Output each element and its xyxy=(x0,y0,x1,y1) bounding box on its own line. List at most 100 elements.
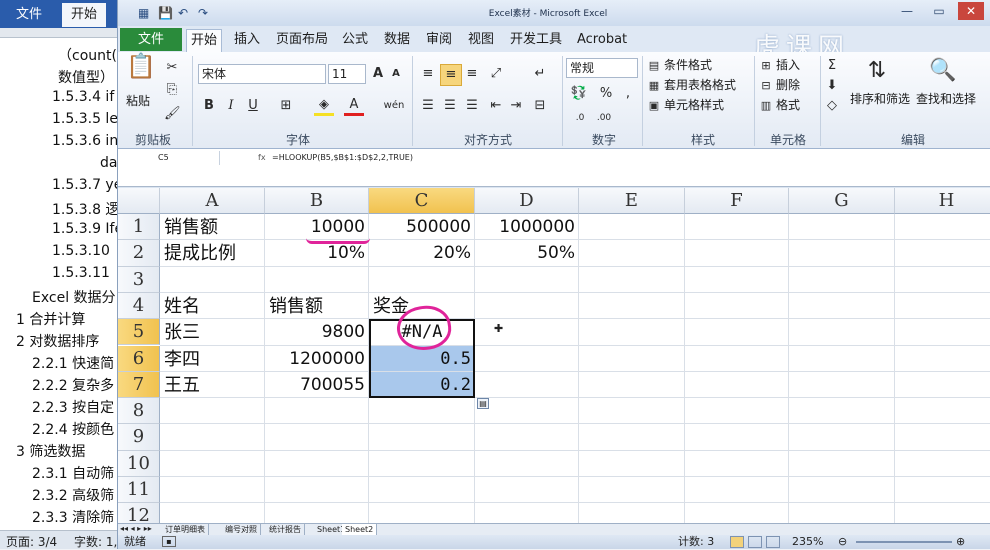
table-format-icon[interactable]: ▦ xyxy=(646,76,662,96)
cell-a6[interactable]: 李四 xyxy=(160,346,265,372)
phonetic-icon[interactable]: wén xyxy=(382,96,406,116)
toc-entry[interactable]: 2.3.3 清除筛 xyxy=(32,507,114,527)
toc-entry[interactable]: 1.5.3.9 Ife xyxy=(52,221,117,237)
word-home-tab[interactable]: 开始 xyxy=(62,3,106,27)
fill-color-icon[interactable]: ◈ xyxy=(314,96,334,116)
grow-font-icon[interactable]: A xyxy=(370,64,386,84)
tab-formulas[interactable]: 公式 xyxy=(338,29,372,51)
cell-d2[interactable]: 50% xyxy=(475,240,579,266)
align-bottom-icon[interactable]: ≡ xyxy=(462,64,482,84)
row-header-9[interactable]: 9 xyxy=(118,424,160,451)
column-header-e[interactable]: E xyxy=(579,188,685,214)
align-right-icon[interactable]: ☰ xyxy=(462,96,482,116)
column-header-a[interactable]: A xyxy=(160,188,265,214)
cell-b4[interactable]: 销售额 xyxy=(265,293,369,319)
copy-icon[interactable]: ⎘ xyxy=(164,80,180,100)
underline-icon[interactable]: U xyxy=(244,96,262,116)
accounting-format-icon[interactable]: 💱 xyxy=(568,84,590,104)
tab-home[interactable]: 开始 xyxy=(186,29,223,52)
cell-c2[interactable]: 20% xyxy=(369,240,475,266)
toc-entry[interactable]: 2.2.4 按颜色 xyxy=(32,419,114,439)
row-header-8[interactable]: 8 xyxy=(118,398,160,425)
toc-entry[interactable]: 2.2.1 快速简 xyxy=(32,353,114,373)
zoom-in-icon[interactable]: ⊕ xyxy=(956,535,965,549)
cell-a1[interactable]: 销售额 xyxy=(160,214,265,240)
table-format-button[interactable]: 套用表格格式 xyxy=(664,76,736,94)
toc-entry[interactable]: 1.5.3.11 xyxy=(52,265,110,281)
tab-acrobat[interactable]: Acrobat xyxy=(573,29,631,51)
font-size-select[interactable]: 11 xyxy=(328,64,366,84)
minimize-icon[interactable]: — xyxy=(894,2,920,20)
increase-indent-icon[interactable]: ⇥ xyxy=(506,96,526,116)
format-cells-icon[interactable]: ▥ xyxy=(758,96,774,116)
find-select-button[interactable]: 查找和选择 xyxy=(916,90,976,108)
toc-entry[interactable]: 2.2.3 按自定 xyxy=(32,397,114,417)
cell-b2[interactable]: 10% xyxy=(265,240,369,266)
toc-entry[interactable]: 3 筛选数据 xyxy=(16,441,85,461)
zoom-out-icon[interactable]: ⊖ xyxy=(838,535,847,549)
increase-decimal-icon[interactable]: .0 xyxy=(570,108,590,128)
row-header-1[interactable]: 1 xyxy=(118,214,160,241)
select-all-corner[interactable] xyxy=(118,188,160,214)
name-box[interactable]: C5 xyxy=(118,151,220,165)
column-header-h[interactable]: H xyxy=(895,188,990,214)
toc-entry[interactable]: 1.5.3.10 xyxy=(52,243,110,259)
row-header-3[interactable]: 3 xyxy=(118,266,160,293)
delete-cells-icon[interactable]: ⊟ xyxy=(758,76,774,96)
row-header-12[interactable]: 12 xyxy=(118,503,160,523)
word-file-tab[interactable]: 文件 xyxy=(6,5,52,25)
spreadsheet-grid[interactable]: A B C D E F G H 1 2 3 4 5 6 7 8 9 10 11 12 销售额 10000 500000 100… xyxy=(118,188,990,523)
conditional-format-icon[interactable]: ▤ xyxy=(646,56,662,76)
delete-cells-button[interactable]: 删除 xyxy=(776,76,800,94)
paste-icon[interactable]: 📋 xyxy=(126,54,156,92)
wrap-text-icon[interactable]: ↵ xyxy=(530,64,550,84)
sort-filter-icon[interactable]: ⇅ xyxy=(862,56,892,86)
tab-page-layout[interactable]: 页面布局 xyxy=(272,29,332,51)
toc-entry[interactable]: 2.2.2 复杂多 xyxy=(32,375,114,395)
redo-icon[interactable]: ↷ xyxy=(198,5,208,21)
find-select-icon[interactable]: 🔍 xyxy=(928,56,958,86)
column-header-g[interactable]: G xyxy=(789,188,895,214)
toc-entry[interactable]: Excel 数据分 xyxy=(32,287,116,307)
conditional-format-button[interactable]: 条件格式 xyxy=(664,56,712,74)
toc-entry[interactable]: 1.5.3.7 ye xyxy=(52,177,117,193)
cell-style-button[interactable]: 单元格样式 xyxy=(664,96,724,114)
excel-file-tab[interactable]: 文件 xyxy=(120,28,182,51)
toc-entry[interactable]: 2 对数据排序 xyxy=(16,331,99,351)
tab-view[interactable]: 视图 xyxy=(464,29,498,51)
toc-entry[interactable]: （count( xyxy=(58,45,117,65)
percent-icon[interactable]: % xyxy=(598,84,614,104)
paste-button[interactable]: 粘贴 xyxy=(126,92,150,110)
toc-entry[interactable]: 1.5.3.5 le xyxy=(52,111,117,127)
maximize-icon[interactable]: ▭ xyxy=(926,2,952,20)
row-header-2[interactable]: 2 xyxy=(118,240,160,267)
toc-entry[interactable]: 1 合并计算 xyxy=(16,309,85,329)
cell-b5[interactable]: 9800 xyxy=(265,319,369,345)
row-header-7[interactable]: 7 xyxy=(118,371,160,399)
cell-a5[interactable]: 张三 xyxy=(160,319,265,345)
cell-a4[interactable]: 姓名 xyxy=(160,293,265,319)
format-painter-icon[interactable]: 🖌 xyxy=(164,104,181,124)
row-header-5[interactable]: 5 xyxy=(118,319,160,346)
align-top-icon[interactable]: ≡ xyxy=(418,64,438,84)
italic-icon[interactable]: I xyxy=(222,96,240,116)
cell-b7[interactable]: 700055 xyxy=(265,372,369,398)
save-icon[interactable]: 💾 xyxy=(158,5,173,21)
orientation-icon[interactable]: ⤢ xyxy=(486,64,506,84)
zoom-slider[interactable] xyxy=(856,541,952,543)
cell-a2[interactable]: 提成比例 xyxy=(160,240,265,266)
tab-insert[interactable]: 插入 xyxy=(230,29,264,51)
column-header-f[interactable]: F xyxy=(685,188,789,214)
row-header-6[interactable]: 6 xyxy=(118,345,160,372)
toc-entry[interactable]: 2.3.2 高级筛 xyxy=(32,485,114,505)
toc-entry[interactable]: 1.5.3.4 if xyxy=(52,89,114,105)
border-icon[interactable]: ⊞ xyxy=(276,96,296,116)
fill-icon[interactable]: ⬇ xyxy=(824,76,840,96)
row-header-11[interactable]: 11 xyxy=(118,477,160,504)
macro-record-icon[interactable]: ▪ xyxy=(162,536,176,547)
paste-options-icon[interactable]: ▤ xyxy=(477,398,489,409)
formula-input[interactable]: =HLOOKUP(B5,$B$1:$D$2,2,TRUE) xyxy=(272,151,772,165)
cell-d1[interactable]: 1000000 xyxy=(475,214,579,240)
decrease-decimal-icon[interactable]: .00 xyxy=(594,108,614,128)
number-format-select[interactable]: 常规 xyxy=(566,58,638,78)
